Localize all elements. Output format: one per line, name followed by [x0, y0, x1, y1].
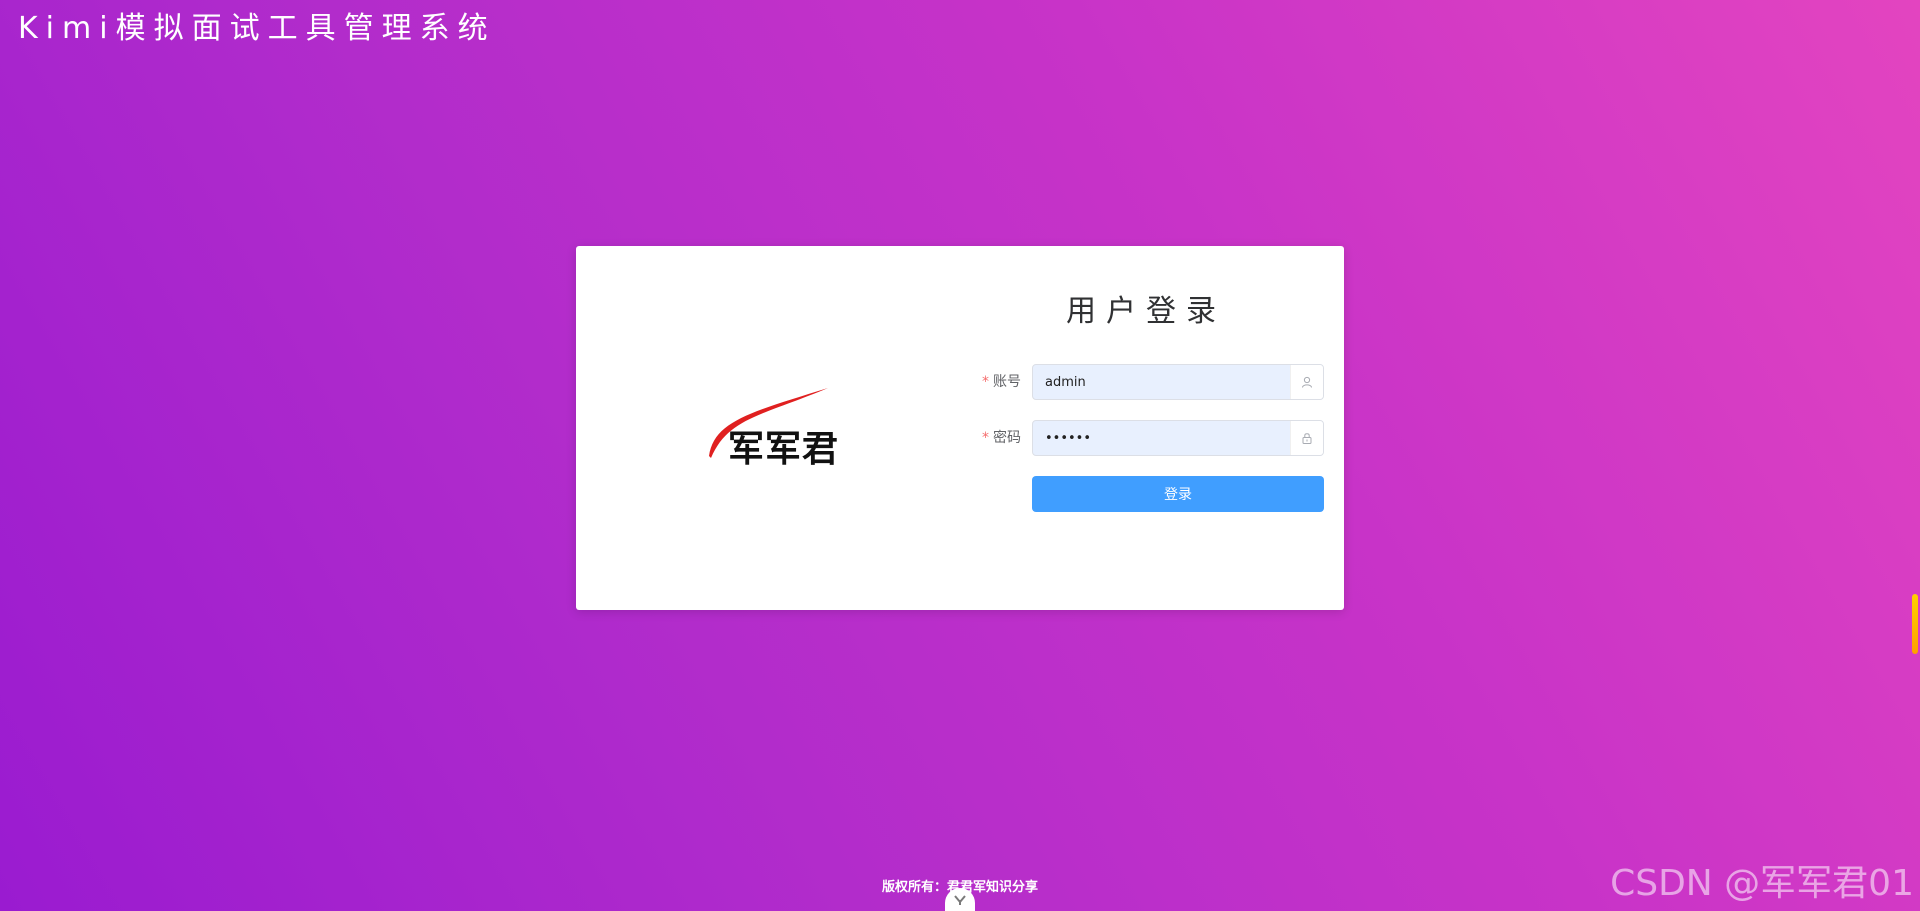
scroll-indicator[interactable]: [1912, 594, 1918, 654]
watermark: CSDN @军军君01: [1610, 863, 1914, 904]
password-label: * 密码: [966, 420, 1021, 456]
required-mark: *: [982, 374, 989, 390]
logo-text: 军军君: [728, 428, 840, 470]
user-icon: [1290, 365, 1323, 399]
account-input[interactable]: [1033, 365, 1281, 399]
password-form-row: * 密码: [966, 420, 1326, 456]
password-field: [1032, 420, 1324, 456]
password-label-text: 密码: [993, 430, 1021, 446]
account-field: [1032, 364, 1324, 400]
app-title: Kimi模拟面试工具管理系统: [18, 11, 496, 46]
password-input[interactable]: [1033, 421, 1281, 455]
footer-toggle-button[interactable]: [945, 888, 975, 911]
required-mark: *: [982, 430, 989, 446]
account-label-text: 账号: [993, 374, 1021, 390]
account-label: * 账号: [966, 364, 1021, 400]
lock-icon: [1290, 421, 1323, 455]
chevron-down-icon: [954, 894, 966, 905]
brand-logo: 军军君: [706, 386, 866, 481]
account-form-row: * 账号: [966, 364, 1326, 400]
login-card: 军军君 用户登录 *账号 *密码: [576, 246, 1344, 610]
login-heading: 用户登录: [1066, 294, 1226, 329]
login-button[interactable]: 登录: [1032, 476, 1324, 512]
